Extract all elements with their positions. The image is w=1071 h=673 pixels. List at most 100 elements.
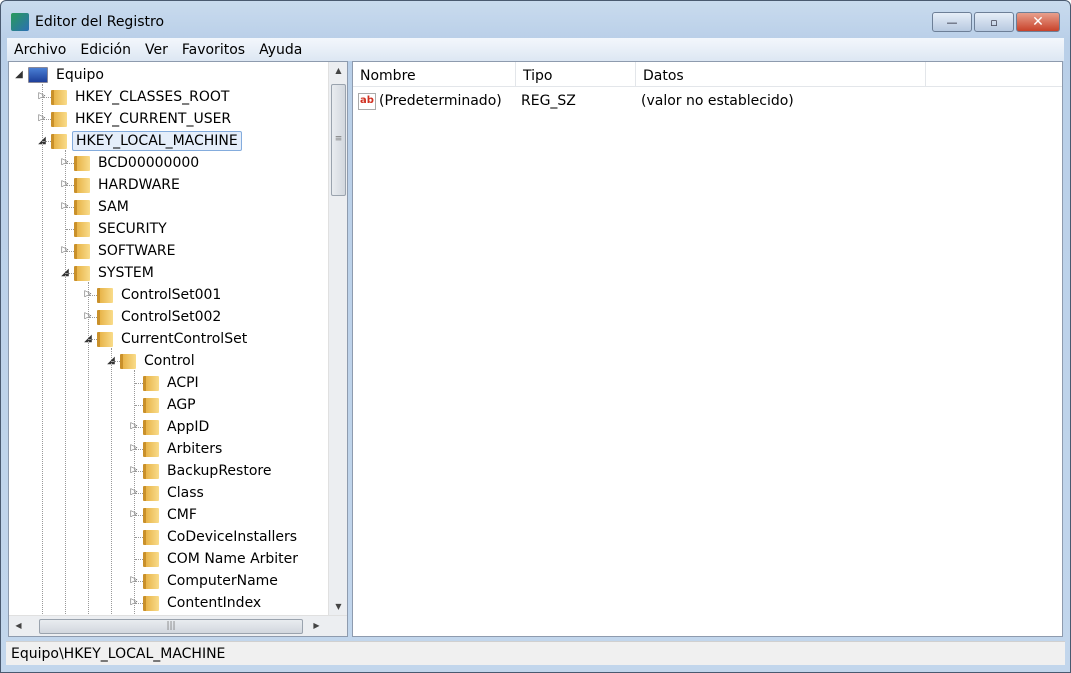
tree-item-label: SECURITY [98, 221, 167, 237]
tree-item[interactable]: BackupRestore [143, 460, 274, 482]
tree-item[interactable]: AGP [143, 394, 199, 416]
tree-guide-line [42, 84, 43, 614]
tree-guide-line [134, 370, 135, 614]
string-value-icon: ab [358, 92, 376, 110]
folder-icon [143, 375, 159, 391]
tree-item[interactable]: HKEY_CLASSES_ROOT [51, 86, 232, 108]
tree-item[interactable]: SYSTEM [74, 262, 157, 284]
horizontal-scroll-thumb[interactable]: ||| [39, 619, 303, 634]
tree-connector [66, 273, 74, 274]
status-bar: Equipo\HKEY_LOCAL_MACHINE [6, 641, 1065, 665]
tree-item[interactable]: ComputerName [143, 570, 281, 592]
folder-icon [51, 89, 67, 105]
tree-item-label: CurrentControlSet [121, 331, 248, 347]
value-row[interactable]: ab (Predeterminado) REG_SZ (valor no est… [358, 90, 794, 112]
tree-item-label: HKEY_LOCAL_MACHINE [72, 131, 242, 151]
menu-favoritos[interactable]: Favoritos [175, 42, 252, 58]
tree-item-label: HKEY_CLASSES_ROOT [75, 89, 230, 105]
tree-connector [66, 229, 74, 230]
folder-icon [143, 507, 159, 523]
folder-icon [74, 155, 90, 171]
collapse-arrow-icon[interactable]: ◢ [14, 69, 24, 80]
folder-icon [143, 595, 159, 611]
folder-icon [74, 243, 90, 259]
folder-icon [74, 199, 90, 215]
tree-item[interactable]: ContentIndex [143, 592, 264, 614]
menu-archivo[interactable]: Archivo [7, 42, 73, 58]
scroll-left-arrow-icon[interactable]: ◀ [9, 621, 28, 630]
scroll-up-arrow-icon[interactable]: ▲ [329, 66, 347, 75]
tree-item[interactable]: BCD00000000 [74, 152, 202, 174]
vertical-scroll-thumb[interactable]: ≡ [331, 84, 346, 196]
tree-item[interactable]: Class [143, 482, 207, 504]
tree-connector [66, 207, 74, 208]
tree-connector [112, 361, 120, 362]
tree-item[interactable]: CoDeviceInstallers [143, 526, 300, 548]
tree-item-label: SAM [98, 199, 129, 215]
tree-item[interactable]: SOFTWARE [74, 240, 179, 262]
tree-connector [135, 471, 143, 472]
tree-item-label: Class [167, 485, 204, 501]
tree-item[interactable]: ACPI [143, 372, 202, 394]
tree-connector [135, 559, 143, 560]
folder-icon [74, 221, 90, 237]
maximize-button[interactable]: ▫ [974, 12, 1014, 32]
scroll-down-arrow-icon[interactable]: ▼ [329, 602, 347, 611]
tree-item[interactable]: SAM [74, 196, 132, 218]
tree-item[interactable]: HKEY_LOCAL_MACHINE [51, 130, 242, 152]
tree-item[interactable]: Arbiters [143, 438, 225, 460]
close-button[interactable]: ✕ [1016, 12, 1060, 32]
tree-item-label: COM Name Arbiter [167, 551, 299, 567]
column-datos[interactable]: Datos [636, 62, 926, 87]
tree-vertical-scrollbar[interactable]: ▲ ≡ ▼ [328, 62, 347, 615]
scroll-right-arrow-icon[interactable]: ▶ [307, 621, 326, 630]
column-nombre[interactable]: Nombre [353, 62, 516, 87]
minimize-button[interactable]: — [932, 12, 972, 32]
tree-item-label: HARDWARE [98, 177, 180, 193]
tree-item[interactable]: Control [120, 350, 198, 372]
tree-connector [89, 295, 97, 296]
values-pane: Nombre Tipo Datos ab (Predeterminado) RE… [352, 61, 1063, 637]
tree-horizontal-scrollbar[interactable]: ◀ ||| ▶ [9, 615, 347, 636]
tree-connector [89, 339, 97, 340]
tree-item-label: ControlSet001 [121, 287, 222, 303]
tree-connector [135, 427, 143, 428]
tree-item-label: Arbiters [167, 441, 223, 457]
tree-guide-line [88, 282, 89, 614]
tree-item[interactable]: HARDWARE [74, 174, 183, 196]
menu-ver[interactable]: Ver [138, 42, 175, 58]
folder-icon [143, 529, 159, 545]
tree-item[interactable]: AppID [143, 416, 212, 438]
tree-item-label: BackupRestore [167, 463, 272, 479]
computer-icon [28, 67, 48, 83]
tree-item-label: BCD00000000 [98, 155, 200, 171]
tree-connector [135, 603, 143, 604]
tree-item[interactable]: CMF [143, 504, 200, 526]
tree-item-label: ComputerName [167, 573, 278, 589]
menu-bar: Archivo Edición Ver Favoritos Ayuda [7, 38, 1064, 61]
tree-item-label: CMF [167, 507, 197, 523]
tree-connector [135, 449, 143, 450]
folder-icon [143, 419, 159, 435]
tree-item[interactable]: ControlSet002 [97, 306, 224, 328]
tree-item[interactable]: CurrentControlSet [97, 328, 250, 350]
tree-item[interactable]: HKEY_CURRENT_USER [51, 108, 234, 130]
tree-item-label: HKEY_CURRENT_USER [75, 111, 232, 127]
folder-icon [143, 485, 159, 501]
tree-item[interactable]: SECURITY [74, 218, 170, 240]
tree-connector [135, 405, 143, 406]
menu-ayuda[interactable]: Ayuda [252, 42, 309, 58]
regedit-app-icon [11, 13, 29, 31]
window-title: Editor del Registro [35, 14, 165, 30]
menu-edicion[interactable]: Edición [73, 42, 138, 58]
tree-item-label: SYSTEM [98, 265, 154, 281]
list-header: Nombre Tipo Datos [353, 62, 1062, 87]
column-tipo[interactable]: Tipo [516, 62, 636, 87]
tree-item[interactable]: Equipo [28, 64, 107, 86]
tree-item[interactable]: ControlSet001 [97, 284, 224, 306]
tree-connector [43, 97, 51, 98]
tree-connector [135, 581, 143, 582]
tree-item-label: ControlSet002 [121, 309, 222, 325]
tree-connector [66, 251, 74, 252]
tree-item[interactable]: COM Name Arbiter [143, 548, 301, 570]
